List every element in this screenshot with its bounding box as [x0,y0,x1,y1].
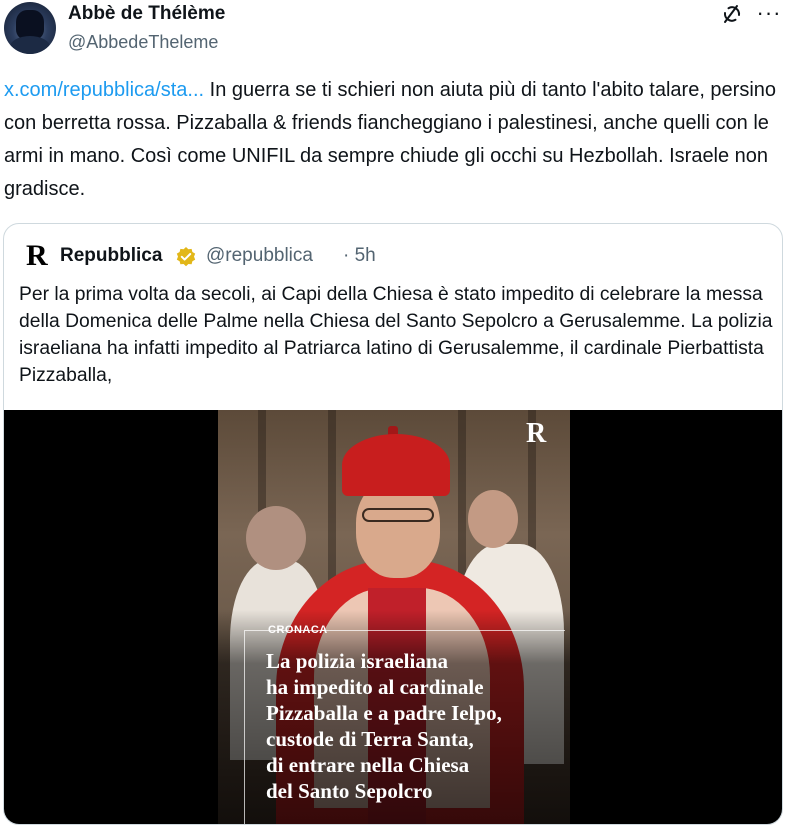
video-headline-line: ha impedito al cardinale [266,675,484,699]
quoted-media[interactable]: R CRONACA La polizia israeliana ha imped… [4,410,782,824]
author-avatar[interactable] [4,2,56,54]
quoted-author-name[interactable]: Repubblica [60,245,162,267]
quoted-timestamp[interactable]: · 5h [343,245,376,267]
video-thumbnail[interactable]: R CRONACA La polizia israeliana ha imped… [218,410,570,824]
video-headline-line: del Santo Sepolcro [266,779,433,803]
quoted-tweet-card[interactable]: R Repubblica @repubblica · 5h Per la pri… [3,223,783,825]
video-headline-line: custode di Terra Santa, [266,727,474,751]
verified-badge-icon [176,247,196,267]
video-logo: R [526,418,547,449]
more-options-icon[interactable]: ··· [756,0,782,26]
video-headline-line: Pizzaballa e a padre Ielpo, [266,701,502,725]
avatar-base [10,36,50,54]
grok-icon[interactable] [720,2,744,26]
quoted-author-handle[interactable]: @repubblica [206,245,313,267]
repubblica-logo[interactable]: R [26,241,48,271]
cardinal-biretta [342,434,450,496]
video-headline-line: La polizia israeliana [266,649,449,673]
author-handle[interactable]: @AbbedeTheleme [68,32,218,53]
background-person-head [246,506,306,570]
video-headline-line: di entrare nella Chiesa [266,753,470,777]
tweet-text: x.com/repubblica/sta... In guerra se ti … [4,74,804,206]
video-kicker: CRONACA [268,624,328,636]
author-display-name[interactable]: Abbè de Thélème [68,3,225,25]
tweet-link[interactable]: x.com/repubblica/sta... [4,79,204,101]
background-person-head [468,490,518,548]
cardinal-glasses [362,508,434,522]
quoted-tweet-text: Per la prima volta da secoli, ai Capi de… [19,284,773,386]
